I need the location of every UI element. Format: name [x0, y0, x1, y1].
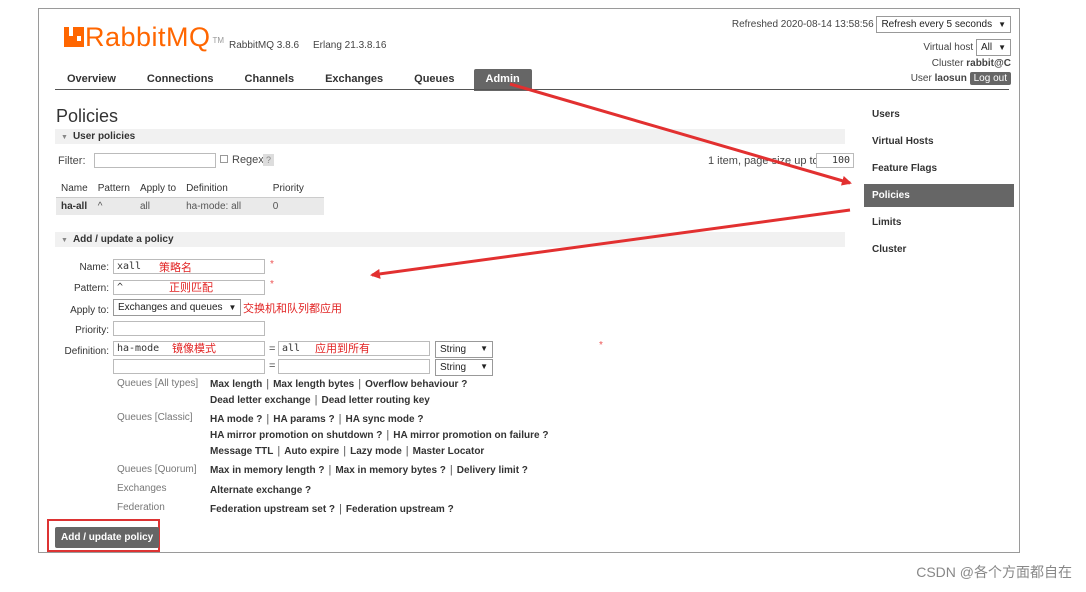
arrow-policies-to-form — [370, 208, 851, 279]
arrow-admin-to-policies — [509, 82, 852, 186]
watermark: CSDN @各个方面都自在 — [916, 564, 1072, 580]
annotation-arrows — [370, 82, 852, 279]
